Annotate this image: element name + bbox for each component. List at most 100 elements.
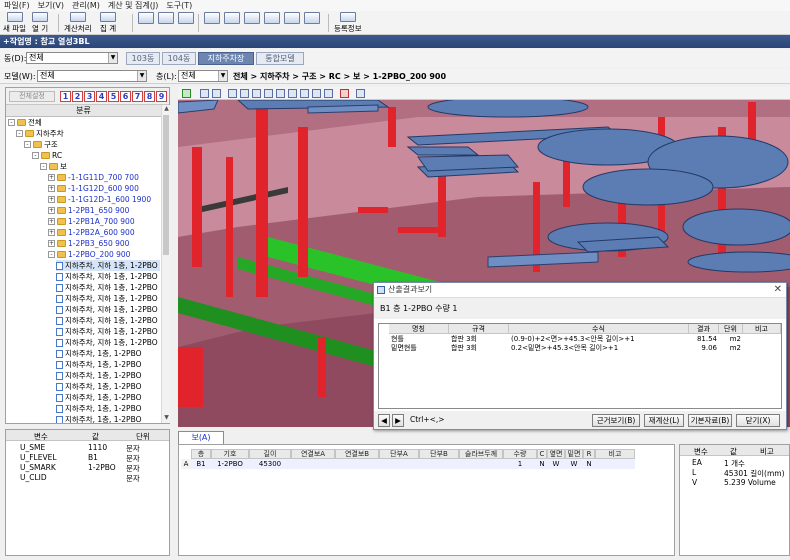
sheet-button-3[interactable] — [244, 12, 260, 34]
tree-leaf-item[interactable]: 지하주차, 1층, 1-2PBO — [56, 348, 160, 359]
expand-icon[interactable]: + — [48, 185, 55, 192]
collapse-icon[interactable]: - — [32, 152, 39, 159]
zoom-button-3[interactable] — [178, 12, 194, 34]
grid-column-header[interactable]: 연결보A — [291, 449, 335, 459]
grid-column-header[interactable]: 길이 — [249, 449, 291, 459]
level-button[interactable]: 5 — [108, 91, 119, 102]
level-button[interactable]: 8 — [144, 91, 155, 102]
grid-cell[interactable]: 45300 — [249, 459, 291, 469]
tree-leaf-item[interactable]: 지하주차, 1층, 1-2PBO — [56, 392, 160, 403]
grid-column-header[interactable]: 옆면 — [547, 449, 565, 459]
grid-column-header[interactable]: 수량 — [503, 449, 537, 459]
grid-column-header[interactable]: C — [537, 449, 547, 459]
tree-leaf-item[interactable]: 지하주차, 지하 1층, 1-2PBO — [56, 304, 160, 315]
view-cube-icon-4[interactable] — [264, 89, 273, 98]
grid-cell[interactable] — [419, 459, 459, 469]
grid-cell[interactable] — [335, 459, 379, 469]
view-icon-2[interactable] — [212, 89, 221, 98]
tree-folder-item[interactable]: + -1-1G12D-1_600 1900 — [48, 194, 160, 205]
tab-103[interactable]: 103동 — [126, 52, 160, 65]
tree-folder-item[interactable]: - 구조 — [24, 139, 160, 150]
expand-icon[interactable]: + — [48, 218, 55, 225]
collapse-icon[interactable]: - — [40, 163, 47, 170]
tab-beam[interactable]: 보(A) — [178, 431, 224, 444]
tree-folder-item[interactable]: +1-2PB2A_600 900 — [48, 227, 160, 238]
tree-folder-item[interactable]: -보 — [40, 161, 160, 172]
tree-leaf-item[interactable]: 지하주차, 1층, 1-2PBO — [56, 359, 160, 370]
grid-column-header[interactable]: 연결보B — [335, 449, 379, 459]
view-cube-icon-6[interactable] — [288, 89, 297, 98]
collapse-icon[interactable]: - — [24, 141, 31, 148]
sheet-button-4[interactable] — [264, 12, 280, 34]
tree-leaf-item[interactable]: 지하주차, 지하 1층, 1-2PBO — [56, 293, 160, 304]
scroll-thumb[interactable] — [163, 115, 169, 255]
scroll-up-icon[interactable]: ▲ — [162, 105, 171, 114]
grid-cell[interactable] — [379, 459, 419, 469]
next-icon[interactable]: ▶ — [392, 414, 404, 427]
expand-icon[interactable]: + — [48, 229, 55, 236]
view-cube-icon-3[interactable] — [252, 89, 261, 98]
level-button[interactable]: 3 — [84, 91, 95, 102]
tree-leaf-item[interactable]: 지하주차, 지하 1층, 1-2PBO — [56, 260, 160, 271]
view-cube-icon-8[interactable] — [312, 89, 321, 98]
register-button[interactable]: 등록정보 — [334, 12, 362, 34]
expand-icon[interactable]: + — [48, 174, 55, 181]
grid-cell[interactable]: N — [537, 459, 547, 469]
view-cube-icon-9[interactable] — [324, 89, 333, 98]
close-button[interactable]: 닫기(X) — [736, 414, 780, 427]
sheet-button-1[interactable] — [204, 12, 220, 34]
floor-select[interactable]: 전체 ▼ — [178, 70, 228, 82]
grid-cell[interactable]: W — [565, 459, 583, 469]
menu-view[interactable]: 보기(V) — [38, 0, 64, 11]
grid-column-header[interactable]: R — [583, 449, 595, 459]
collapse-icon[interactable]: - — [8, 119, 15, 126]
grid-cell[interactable]: B1 — [191, 459, 211, 469]
expand-icon[interactable]: + — [48, 196, 55, 203]
expand-icon[interactable]: + — [48, 240, 55, 247]
tree-folder-item[interactable]: + -1-1G11D_700 700 — [48, 172, 160, 183]
model-select[interactable]: 전체 ▼ — [37, 70, 147, 82]
grid-column-header[interactable]: 밑면 — [565, 449, 583, 459]
grid-column-header[interactable]: 슬라브두께 — [459, 449, 503, 459]
view-cube-icon-7[interactable] — [300, 89, 309, 98]
recalculate-button[interactable]: 재계산(L) — [644, 414, 684, 427]
grid-cell[interactable] — [595, 459, 635, 469]
sheet-button-5[interactable] — [284, 12, 300, 34]
view-icon-1[interactable] — [200, 89, 209, 98]
tree-folder-item[interactable]: +1-2PB1A_700 900 — [48, 216, 160, 227]
tree-folder-item[interactable]: - 지하주차 — [16, 128, 160, 139]
tab-underground-parking[interactable]: 지하주차장 — [198, 52, 254, 65]
base-data-button[interactable]: 기본자료(B) — [688, 414, 732, 427]
list-icon[interactable] — [340, 89, 349, 98]
tree-leaf-item[interactable]: 지하주차, 지하 1층, 1-2PBO — [56, 326, 160, 337]
zoom-button-1[interactable] — [138, 12, 154, 34]
sheet-button-6[interactable] — [304, 12, 320, 34]
close-icon[interactable]: ✕ — [774, 283, 782, 297]
grid-cell[interactable] — [459, 459, 503, 469]
grid-column-header[interactable]: 단부B — [419, 449, 459, 459]
scroll-down-icon[interactable]: ▼ — [162, 414, 171, 423]
open-button[interactable]: 열 기 — [32, 12, 48, 34]
menu-manage[interactable]: 관리(M) — [72, 0, 100, 11]
tree-leaf-item[interactable]: 지하주차, 지하 1층, 1-2PBO — [56, 271, 160, 282]
collapse-icon[interactable]: - — [16, 130, 23, 137]
grid-cell[interactable]: 1-2PBO — [211, 459, 249, 469]
tab-104[interactable]: 104동 — [162, 52, 196, 65]
menu-tools[interactable]: 도구(T) — [166, 0, 192, 11]
level-button[interactable]: 9 — [156, 91, 167, 102]
view-cube-icon-5[interactable] — [276, 89, 285, 98]
grid-column-header[interactable]: 비고 — [595, 449, 635, 459]
tree-scrollbar[interactable]: ▲ ▼ — [161, 105, 170, 423]
tree-leaf-item[interactable]: 지하주차, 지하 1층, 1-2PBO — [56, 315, 160, 326]
level-button[interactable]: 1 — [60, 91, 71, 102]
tree-folder-item[interactable]: - RC — [32, 150, 160, 161]
level-button[interactable]: 6 — [120, 91, 131, 102]
tree-leaf-item[interactable]: 지하주차, 1층, 1-2PBO — [56, 414, 160, 423]
tree-leaf-item[interactable]: 지하주차, 1층, 1-2PBO — [56, 403, 160, 414]
tree-folder-item[interactable]: + -1-1G12D_600 900 — [48, 183, 160, 194]
tree-leaf-item[interactable]: 지하주차, 지하 1층, 1-2PBO — [56, 282, 160, 293]
zoom-button-2[interactable] — [158, 12, 174, 34]
view-icon-3[interactable] — [356, 89, 365, 98]
tree-folder-item[interactable]: +1-2PB1_650 900 — [48, 205, 160, 216]
building-select[interactable]: 전체 ▼ — [26, 52, 118, 64]
